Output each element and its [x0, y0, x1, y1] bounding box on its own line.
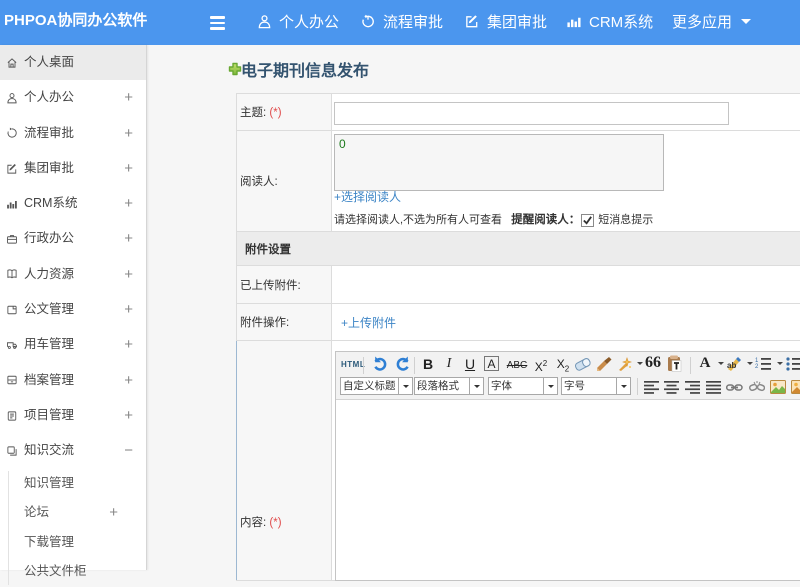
- svg-text:ab: ab: [727, 361, 736, 370]
- svg-text:2: 2: [755, 364, 759, 370]
